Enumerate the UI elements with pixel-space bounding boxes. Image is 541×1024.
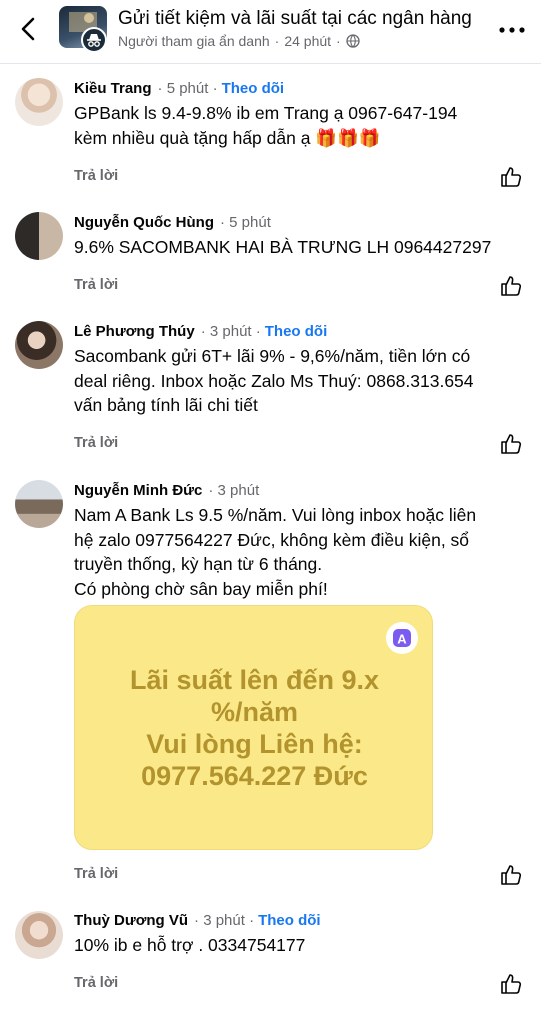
- comment-text: 9.6% SACOMBANK HAI BÀ TRƯNG LH 096442729…: [74, 237, 492, 257]
- commenter-name[interactable]: Nguyễn Minh Đức: [74, 482, 202, 499]
- like-icon[interactable]: [499, 972, 523, 996]
- more-icon[interactable]: [497, 20, 527, 40]
- reply-button[interactable]: Trả lời: [74, 277, 118, 293]
- promo-text: Lãi suất lên đến 9.x %/năm Vui lòng Liên…: [129, 665, 380, 791]
- avatar[interactable]: [15, 911, 63, 959]
- comment-time: · 3 phút ·: [194, 912, 255, 929]
- like-icon[interactable]: [499, 432, 523, 456]
- reply-button[interactable]: Trả lời: [74, 435, 118, 451]
- commenter-name[interactable]: Thuỳ Dương Vũ: [74, 912, 188, 929]
- follow-button[interactable]: Theo dõi: [222, 80, 285, 97]
- follow-button[interactable]: Theo dõi: [265, 323, 328, 340]
- app-badge-icon: A: [386, 622, 418, 654]
- promo-image[interactable]: A Lãi suất lên đến 9.x %/năm Vui lòng Li…: [74, 605, 433, 850]
- group-title[interactable]: Gửi tiết kiệm và lãi suất tại các ngân h…: [118, 8, 472, 30]
- avatar[interactable]: [15, 480, 63, 528]
- commenter-name[interactable]: Nguyễn Quốc Hùng: [74, 214, 214, 231]
- reply-button[interactable]: Trả lời: [74, 866, 118, 882]
- commenter-name[interactable]: Kiều Trang: [74, 80, 152, 97]
- comment-text: Sacombank gửi 6T+ lãi 9% - 9,6%/năm, tiề…: [74, 346, 474, 415]
- anonymous-icon: [81, 27, 107, 53]
- separator-dot: ·: [336, 33, 341, 49]
- back-arrow-icon[interactable]: [14, 14, 44, 44]
- post-header: Gửi tiết kiệm và lãi suất tại các ngân h…: [0, 0, 541, 64]
- author-name: Người tham gia ẩn danh: [118, 33, 270, 49]
- like-icon[interactable]: [499, 863, 523, 887]
- avatar[interactable]: [15, 212, 63, 260]
- like-icon[interactable]: [499, 165, 523, 189]
- globe-icon: [346, 34, 360, 48]
- reply-button[interactable]: Trả lời: [74, 975, 118, 991]
- follow-button[interactable]: Theo dõi: [258, 912, 321, 929]
- avatar[interactable]: [15, 321, 63, 369]
- comment-text: Nam A Bank Ls 9.5 %/năm. Vui lòng inbox …: [74, 505, 477, 599]
- comment-text: GPBank ls 9.4-9.8% ib em Trang ạ 0967-64…: [74, 103, 458, 148]
- avatar[interactable]: [15, 78, 63, 126]
- commenter-name[interactable]: Lê Phương Thúy: [74, 323, 195, 340]
- separator-dot: ·: [274, 33, 280, 49]
- comment-time: · 5 phút: [220, 214, 271, 231]
- reply-button[interactable]: Trả lời: [74, 168, 118, 184]
- post-meta: Người tham gia ẩn danh · 24 phút ·: [118, 33, 360, 49]
- comment-time: · 5 phút ·: [157, 80, 218, 97]
- like-icon[interactable]: [499, 274, 523, 298]
- comment-time: · 3 phút ·: [200, 323, 261, 340]
- post-time: 24 phút: [284, 33, 332, 49]
- badge-letter: A: [397, 632, 407, 647]
- comment-text: 10% ib e hỗ trợ . 0334754177: [74, 935, 306, 955]
- comment-time: · 3 phút: [208, 482, 260, 499]
